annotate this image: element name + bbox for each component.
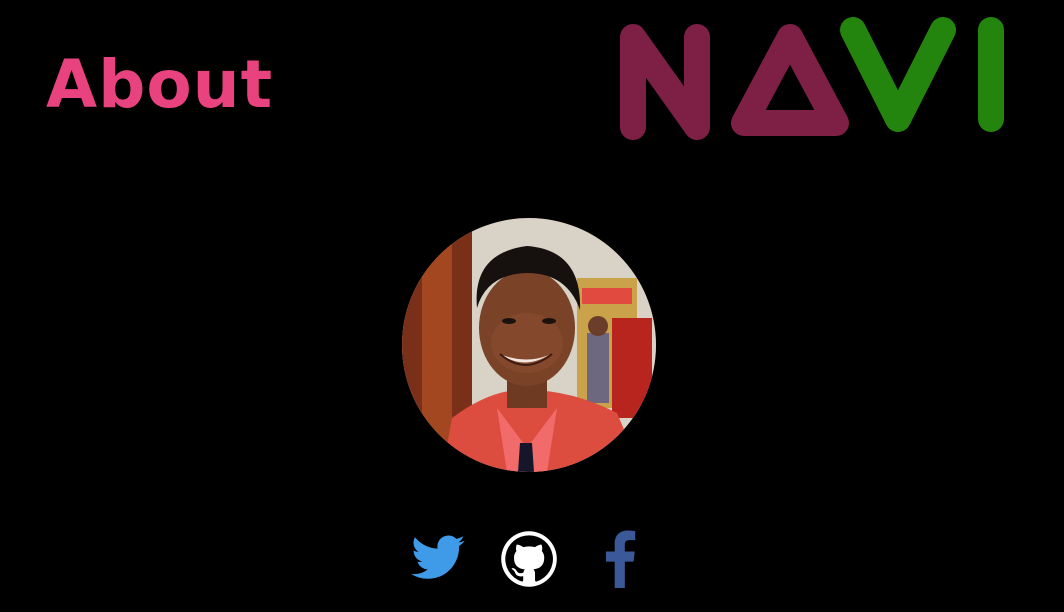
logo-letter-n (620, 24, 710, 140)
logo-letter-v (840, 17, 956, 132)
logo-letter-a (731, 24, 849, 136)
facebook-link[interactable] (600, 530, 640, 590)
page-title: About (46, 46, 274, 123)
twitter-link[interactable] (410, 530, 468, 590)
navi-logo (615, 15, 1010, 140)
profile-photo (402, 218, 656, 472)
github-link[interactable] (500, 530, 558, 590)
github-icon (501, 531, 557, 587)
navi-logo-graphic (620, 17, 1004, 140)
twitter-icon (411, 535, 465, 579)
facebook-icon (605, 530, 636, 588)
about-page: About (0, 0, 1064, 612)
avatar (402, 218, 656, 472)
